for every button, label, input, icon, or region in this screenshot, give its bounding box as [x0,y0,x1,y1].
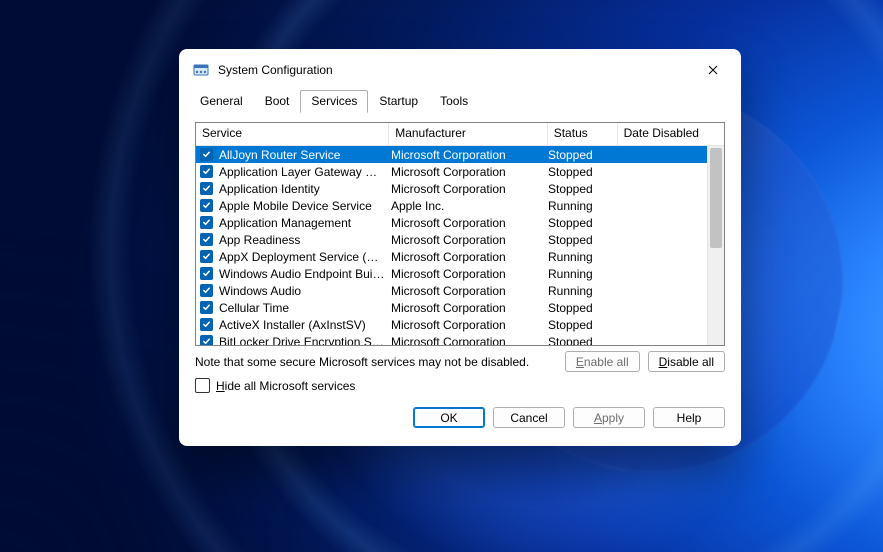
cell-status: Running [542,267,607,281]
table-body[interactable]: AllJoyn Router ServiceMicrosoft Corporat… [196,146,724,345]
close-icon [708,65,718,75]
table-row[interactable]: Application ManagementMicrosoft Corporat… [196,214,724,231]
cell-service: Cellular Time [217,301,385,315]
tab-services[interactable]: Services [300,90,368,113]
cell-manufacturer: Microsoft Corporation [385,250,542,264]
row-checkbox[interactable] [200,148,213,161]
row-checkbox[interactable] [200,301,213,314]
row-checkbox[interactable] [200,216,213,229]
tab-tools[interactable]: Tools [429,90,479,113]
row-checkbox[interactable] [200,165,213,178]
cell-status: Running [542,250,607,264]
system-configuration-window: System Configuration GeneralBootServices… [179,49,741,446]
row-checkbox[interactable] [200,250,213,263]
cell-status: Stopped [542,148,607,162]
cell-status: Stopped [542,301,607,315]
table-row[interactable]: App ReadinessMicrosoft CorporationStoppe… [196,231,724,248]
col-date-disabled[interactable]: Date Disabled [618,123,724,145]
table-row[interactable]: Apple Mobile Device ServiceApple Inc.Run… [196,197,724,214]
cell-manufacturer: Microsoft Corporation [385,267,542,281]
scrollbar-vertical[interactable] [707,146,724,345]
row-checkbox[interactable] [200,318,213,331]
cell-service: Windows Audio Endpoint Builder [217,267,385,281]
tab-row: GeneralBootServicesStartupTools [179,91,741,113]
hide-microsoft-label[interactable]: Hide all Microsoft services [216,379,355,393]
row-checkbox[interactable] [200,335,213,345]
scrollbar-thumb[interactable] [710,148,722,248]
cell-status: Stopped [542,216,607,230]
row-checkbox[interactable] [200,182,213,195]
cancel-button[interactable]: Cancel [493,407,565,428]
cell-status: Stopped [542,233,607,247]
cell-status: Stopped [542,182,607,196]
cell-manufacturer: Microsoft Corporation [385,233,542,247]
cell-manufacturer: Microsoft Corporation [385,182,542,196]
cell-status: Stopped [542,165,607,179]
tab-startup[interactable]: Startup [368,90,429,113]
cell-service: Application Layer Gateway Service [217,165,385,179]
tab-boot[interactable]: Boot [254,90,301,113]
window-title: System Configuration [218,63,333,77]
tab-general[interactable]: General [189,90,254,113]
close-button[interactable] [691,54,735,86]
apply-button[interactable]: Apply [573,407,645,428]
table-row[interactable]: AllJoyn Router ServiceMicrosoft Corporat… [196,146,724,163]
cell-status: Running [542,199,607,213]
table-header: Service Manufacturer Status Date Disable… [196,123,724,146]
cell-service: Windows Audio [217,284,385,298]
dialog-button-row: OK Cancel Apply Help [195,407,725,428]
msconfig-icon [193,62,209,78]
table-row[interactable]: ActiveX Installer (AxInstSV)Microsoft Co… [196,316,724,333]
disable-all-button[interactable]: Disable all [648,351,725,372]
row-checkbox[interactable] [200,267,213,280]
cell-manufacturer: Microsoft Corporation [385,165,542,179]
cell-service: AllJoyn Router Service [217,148,385,162]
col-service[interactable]: Service [196,123,389,145]
hide-microsoft-checkbox[interactable] [195,378,210,393]
cell-manufacturer: Microsoft Corporation [385,216,542,230]
cell-status: Stopped [542,335,607,346]
row-checkbox[interactable] [200,284,213,297]
table-row[interactable]: AppX Deployment Service (AppX...Microsof… [196,248,724,265]
services-table: Service Manufacturer Status Date Disable… [195,122,725,346]
cell-manufacturer: Microsoft Corporation [385,148,542,162]
cell-service: Application Identity [217,182,385,196]
cell-service: BitLocker Drive Encryption Service [217,335,385,346]
cell-service: AppX Deployment Service (AppX... [217,250,385,264]
table-row[interactable]: Application IdentityMicrosoft Corporatio… [196,180,724,197]
cell-manufacturer: Apple Inc. [385,199,542,213]
cell-manufacturer: Microsoft Corporation [385,284,542,298]
cell-service: App Readiness [217,233,385,247]
cell-service: Application Management [217,216,385,230]
secure-services-note: Note that some secure Microsoft services… [195,355,529,369]
cell-service: ActiveX Installer (AxInstSV) [217,318,385,332]
row-checkbox[interactable] [200,199,213,212]
table-row[interactable]: Windows AudioMicrosoft CorporationRunnin… [196,282,724,299]
titlebar[interactable]: System Configuration [179,49,741,91]
table-row[interactable]: Cellular TimeMicrosoft CorporationStoppe… [196,299,724,316]
cell-manufacturer: Microsoft Corporation [385,335,542,346]
cell-status: Stopped [542,318,607,332]
help-button[interactable]: Help [653,407,725,428]
col-manufacturer[interactable]: Manufacturer [389,123,548,145]
table-row[interactable]: BitLocker Drive Encryption ServiceMicros… [196,333,724,345]
col-status[interactable]: Status [548,123,618,145]
row-checkbox[interactable] [200,233,213,246]
table-row[interactable]: Windows Audio Endpoint BuilderMicrosoft … [196,265,724,282]
enable-all-button[interactable]: Enable all [565,351,640,372]
cell-service: Apple Mobile Device Service [217,199,385,213]
ok-button[interactable]: OK [413,407,485,428]
cell-status: Running [542,284,607,298]
table-row[interactable]: Application Layer Gateway ServiceMicroso… [196,163,724,180]
cell-manufacturer: Microsoft Corporation [385,301,542,315]
cell-manufacturer: Microsoft Corporation [385,318,542,332]
